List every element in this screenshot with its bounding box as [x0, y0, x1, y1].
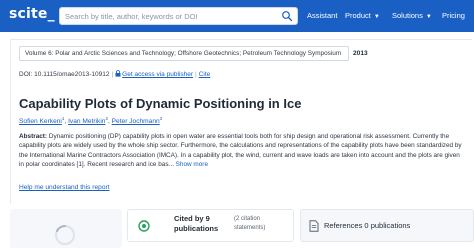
scite-logo[interactable]: scite_ [9, 6, 55, 22]
logo-text: scite [9, 6, 48, 22]
abstract-text: Dynamic positioning (DP) capability plot… [19, 133, 462, 168]
search-input[interactable] [65, 10, 275, 23]
cited-by-count: Cited by 9 publications [174, 214, 219, 233]
publication-year: 2013 [353, 50, 368, 57]
author-name: Sofien Kerkeni [19, 118, 62, 126]
citation-statements: (2 citation statements) [234, 216, 266, 231]
references-tab[interactable]: References 0 publications [300, 209, 474, 242]
author-link[interactable]: Ivan Metrikin [68, 118, 105, 125]
publication-source[interactable]: Volume 6: Polar and Arctic Sciences and … [19, 46, 349, 61]
quote-bubble-icon [138, 220, 150, 232]
search-box[interactable] [59, 7, 298, 25]
nav-assistant[interactable]: Assistant [307, 11, 337, 20]
search-icon[interactable] [281, 10, 293, 22]
paper-card: Volume 6: Polar and Arctic Sciences and … [10, 39, 472, 204]
separator: | [111, 71, 114, 78]
author-link[interactable]: Peter Jochmann [112, 118, 160, 125]
document-icon [309, 220, 319, 232]
paper-title: Capability Plots of Dynamic Positioning … [19, 96, 302, 111]
chevron-down-icon: ▼ [425, 14, 432, 20]
help-understand-link[interactable]: Help me understand this report [19, 184, 110, 191]
doi-line: DOI: 10.1115/omae2013-10912 | Get access v… [19, 70, 210, 78]
logo-underscore: _ [47, 6, 55, 22]
cite-link[interactable]: Cite [199, 71, 211, 78]
cited-by-tab[interactable]: Cited by 9 publications (2 citation stat… [127, 209, 294, 242]
nav-pricing-label: Pricing [442, 11, 465, 20]
get-access-link[interactable]: Get access via publisher [122, 71, 193, 78]
author-name: Peter Jochmann [111, 118, 160, 126]
publication-source-label: Volume 6: Polar and Arctic Sciences and … [25, 50, 342, 57]
loading-panel [10, 209, 122, 248]
nav-assistant-label: Assistant [307, 11, 338, 20]
nav-product[interactable]: Product ▼ [345, 11, 380, 20]
author-affiliation-number: 3 [159, 116, 163, 121]
lock-icon [115, 70, 121, 77]
top-navigation-bar: scite_ Assistant Product▼ Solutions▼ Pri… [0, 0, 474, 32]
references-count: References 0 publications [324, 221, 411, 230]
nav-pricing[interactable]: Pricing [442, 11, 465, 20]
chevron-down-icon: ▼ [373, 14, 380, 20]
abstract-label: Abstract: [19, 133, 48, 140]
nav-product-label: Product [345, 11, 371, 20]
author-name: Ivan Metrikin [68, 118, 106, 126]
abstract: Abstract: Dynamic positioning (DP) capab… [19, 132, 465, 169]
separator: | [194, 71, 197, 78]
show-more-link[interactable]: Show more [176, 161, 208, 168]
author-link[interactable]: Sofien Kerkeni [19, 118, 62, 125]
doi-text: DOI: 10.1115/omae2013-10912 [19, 71, 110, 78]
author-list: Sofien Kerkeni1, Ivan Metrikin2, Peter J… [19, 116, 162, 125]
spinner-icon [55, 225, 75, 245]
nav-solutions[interactable]: Solutions ▼ [392, 11, 432, 20]
nav-solutions-label: Solutions [392, 11, 423, 20]
